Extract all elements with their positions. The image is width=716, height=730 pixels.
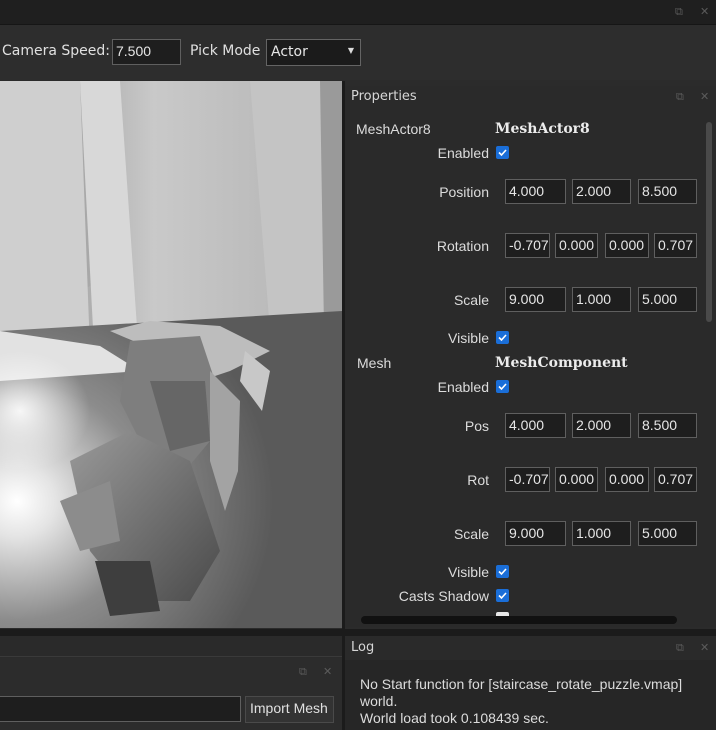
component-type: MeshComponent [495, 355, 628, 371]
scale-z-input[interactable]: 5.000 [638, 287, 697, 312]
rotation-y-input[interactable]: 0.000 [555, 233, 598, 258]
mesh-path-input[interactable] [0, 696, 241, 722]
actor-enabled-label: Enabled [437, 145, 489, 161]
close-assets-icon[interactable]: ✕ [323, 665, 332, 678]
position-label: Position [439, 184, 489, 200]
rot-x-input[interactable]: -0.707 [505, 467, 550, 492]
assets-tab-header [0, 636, 342, 657]
float-panel-icon[interactable]: ⧉ [676, 90, 684, 104]
component-enabled-label: Enabled [437, 379, 489, 395]
pos-z-input[interactable]: 8.500 [638, 413, 697, 438]
checkmark-icon [498, 592, 507, 600]
properties-horizontal-scrollbar[interactable] [361, 616, 677, 624]
close-window-icon[interactable]: ✕ [700, 5, 709, 18]
casts-shadow-checkbox[interactable] [496, 589, 509, 602]
rot-w-input[interactable]: 0.707 [654, 467, 697, 492]
position-y-input[interactable]: 2.000 [572, 179, 631, 204]
component-name: Mesh [357, 355, 392, 371]
pos-x-input[interactable]: 4.000 [505, 413, 566, 438]
actor-type: MeshActor8 [495, 121, 590, 137]
scene-render [0, 81, 342, 628]
rot-y-input[interactable]: 0.000 [555, 467, 598, 492]
close-panel-icon[interactable]: ✕ [700, 90, 709, 103]
float-window-icon[interactable]: ⧉ [675, 5, 683, 19]
component-scale-z-input[interactable]: 5.000 [638, 521, 697, 546]
pick-mode-label: Pick Mode [190, 43, 261, 59]
actor-name: MeshActor8 [356, 121, 431, 137]
float-log-icon[interactable]: ⧉ [676, 641, 684, 655]
checkmark-icon [498, 568, 507, 576]
close-log-icon[interactable]: ✕ [700, 641, 709, 654]
checkmark-icon [498, 383, 507, 391]
log-line: No Start function for [staircase_rotate_… [360, 676, 683, 692]
pos-y-input[interactable]: 2.000 [572, 413, 631, 438]
chevron-down-icon: ▼ [347, 46, 354, 55]
rotation-label: Rotation [436, 238, 489, 254]
rotation-x-input[interactable]: -0.707 [505, 233, 550, 258]
checkmark-icon [498, 334, 507, 342]
position-z-input[interactable]: 8.500 [638, 179, 697, 204]
component-scale-y-input[interactable]: 1.000 [572, 521, 631, 546]
component-visible-label: Visible [448, 564, 489, 580]
splitter-bottom-left[interactable] [0, 629, 342, 636]
rotation-z-input[interactable]: 0.000 [605, 233, 649, 258]
log-header [345, 636, 716, 660]
camera-speed-label: Camera Speed: [2, 43, 110, 59]
component-scale-x-input[interactable]: 9.000 [505, 521, 566, 546]
actor-visible-checkbox[interactable] [496, 331, 509, 344]
scale-y-input[interactable]: 1.000 [572, 287, 631, 312]
scale-label: Scale [453, 292, 489, 308]
log-line: world. [360, 693, 398, 709]
pick-mode-value: Actor [271, 44, 308, 60]
position-x-input[interactable]: 4.000 [505, 179, 566, 204]
window-title-bar [0, 0, 716, 25]
actor-enabled-checkbox[interactable] [496, 146, 509, 159]
rotation-w-input[interactable]: 0.707 [654, 233, 697, 258]
rot-z-input[interactable]: 0.000 [605, 467, 649, 492]
pos-label: Pos [464, 418, 489, 434]
properties-title: Properties [351, 89, 417, 104]
scale-x-input[interactable]: 9.000 [505, 287, 566, 312]
pick-mode-select[interactable]: Actor ▼ [266, 39, 361, 66]
scene-viewport[interactable] [0, 81, 342, 628]
camera-speed-input[interactable]: 7.500 [112, 39, 181, 65]
component-scale-label: Scale [453, 526, 489, 542]
component-visible-checkbox[interactable] [496, 565, 509, 578]
rot-label: Rot [467, 472, 489, 488]
properties-vertical-scrollbar[interactable] [706, 122, 712, 322]
component-enabled-checkbox[interactable] [496, 380, 509, 393]
actor-visible-label: Visible [448, 330, 489, 346]
log-title: Log [351, 640, 375, 655]
checkmark-icon [498, 149, 507, 157]
splitter-horizontal[interactable] [345, 629, 716, 636]
float-assets-icon[interactable]: ⧉ [299, 665, 307, 679]
import-mesh-button[interactable]: Import Mesh [245, 696, 334, 723]
casts-shadow-label: Casts Shadow [398, 588, 489, 604]
log-line: World load took 0.108439 sec. [360, 710, 549, 726]
